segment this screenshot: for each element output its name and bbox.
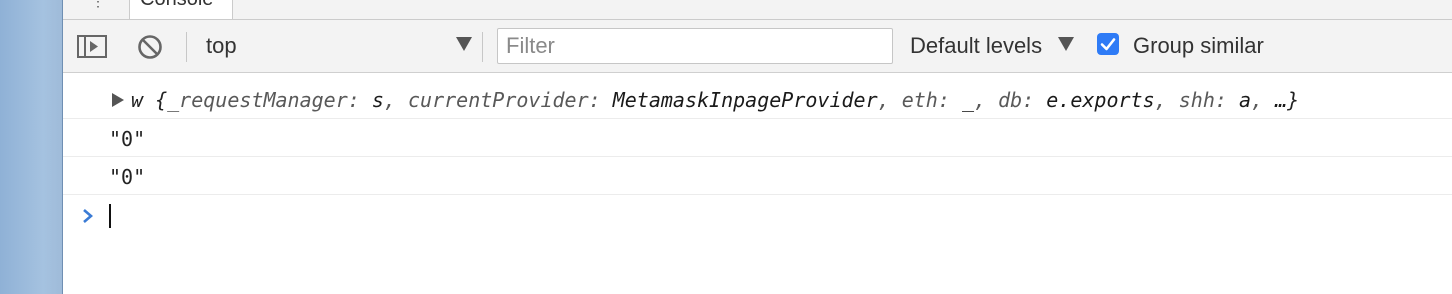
console-message[interactable]: w {_requestManager: s, currentProvider: … [63,73,1452,119]
sidebar-toggle-icon[interactable] [77,35,107,58]
toolbar-divider [186,32,187,62]
toolbar-divider [482,32,483,62]
chevron-down-icon [1058,37,1074,51]
tab-console[interactable]: Console [129,0,233,19]
object-value: _ [961,88,974,112]
object-close-brace: } [1287,88,1300,112]
group-similar-label: Group similar [1133,33,1264,58]
console-prompt[interactable] [63,195,1452,235]
object-ellipsis: … [1275,88,1288,112]
prompt-chevron-icon [83,209,93,223]
group-similar-checkbox[interactable] [1097,33,1119,55]
console-message: "0" [63,157,1452,195]
devtools-panel: ⋮ Console top Default levels [63,0,1452,294]
background-window-strip [0,0,63,294]
context-selector[interactable]: top [198,28,473,64]
string-value: "0" [109,127,146,151]
clear-console-icon[interactable] [137,34,163,60]
console-message: "0" [63,119,1452,157]
object-value: e.exports [1046,88,1155,112]
object-key: db [998,88,1023,112]
string-value: "0" [109,165,146,189]
object-class-name: w [131,88,156,112]
filter-input[interactable] [497,28,893,64]
kebab-icon[interactable]: ⋮ [91,0,105,8]
context-value: top [206,33,237,58]
checkmark-icon [1100,38,1116,51]
object-value: MetamaskInpageProvider [612,88,878,112]
panel-tab-strip: ⋮ Console [63,0,1452,20]
object-key: eth [901,88,938,112]
object-open-brace: { [155,88,168,112]
object-value: s [371,88,384,112]
object-value: a [1238,88,1251,112]
object-key: currentProvider [408,88,589,112]
dropdown-arrow-icon [456,37,472,51]
expand-triangle-icon[interactable] [111,92,125,108]
object-key: shh [1178,88,1215,112]
log-levels-label: Default levels [910,33,1043,58]
console-toolbar: top Default levels Group similar [63,20,1452,73]
text-caret [109,204,111,228]
object-key: _requestManager [167,88,348,112]
tab-console-label: Console [140,0,213,11]
object-preview: w {_requestManager: s, currentProvider: … [131,88,1300,112]
